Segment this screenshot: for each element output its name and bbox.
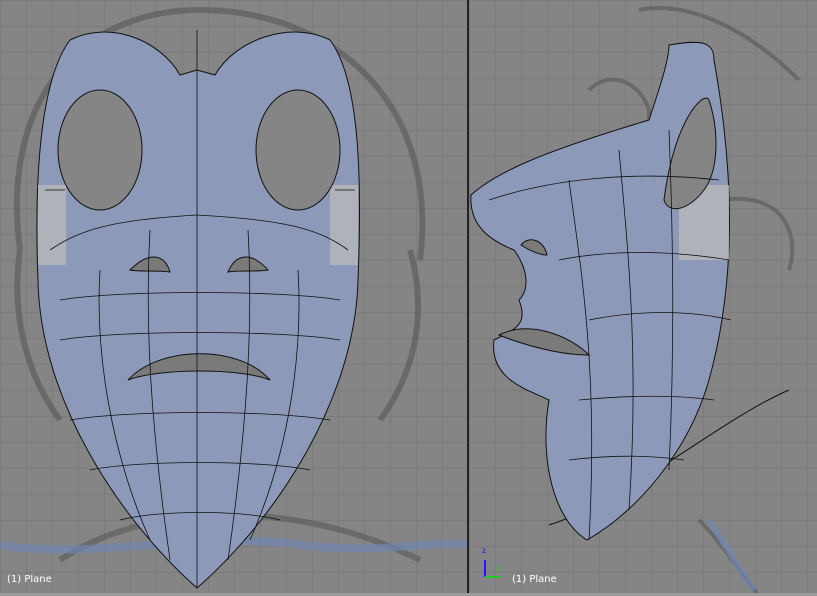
axis-y-label: y bbox=[496, 564, 501, 573]
front-viewport[interactable]: (1) Plane bbox=[0, 0, 467, 596]
front-mesh bbox=[36, 30, 361, 589]
side-viewport[interactable]: z y (1) Plane bbox=[469, 0, 817, 596]
side-mesh bbox=[470, 41, 732, 541]
axis-z-label: z bbox=[482, 546, 487, 555]
object-label: (1) Plane bbox=[512, 574, 557, 585]
axis-gizmo: z y bbox=[482, 546, 504, 580]
object-label: (1) Plane bbox=[7, 574, 52, 585]
